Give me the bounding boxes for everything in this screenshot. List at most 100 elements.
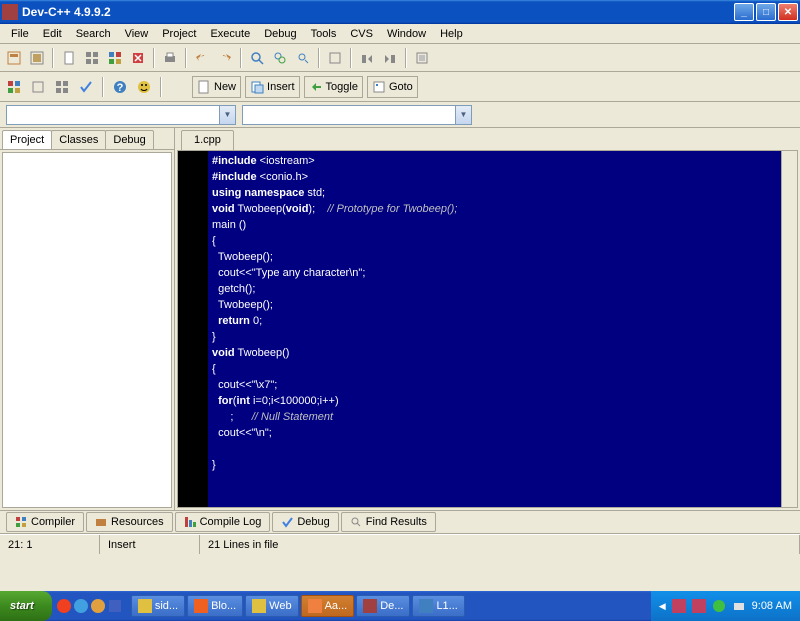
tab-compiler[interactable]: Compiler <box>6 512 84 532</box>
minimize-button[interactable]: _ <box>734 3 754 21</box>
tray-icon[interactable] <box>692 599 706 613</box>
tool-icon[interactable] <box>59 48 79 68</box>
close-button[interactable]: ✕ <box>778 3 798 21</box>
toolbar-secondary: ? New Insert Toggle Goto <box>0 72 800 102</box>
menu-search[interactable]: Search <box>69 26 118 42</box>
tool-icon[interactable] <box>325 48 345 68</box>
file-tab-1cpp[interactable]: 1.cpp <box>181 130 234 150</box>
menu-edit[interactable]: Edit <box>36 26 69 42</box>
menu-execute[interactable]: Execute <box>203 26 257 42</box>
menu-window[interactable]: Window <box>380 26 433 42</box>
code-area: 1.cpp #include <iostream> #include <coni… <box>175 128 800 510</box>
function-combo[interactable]: ▼ <box>242 105 472 125</box>
menu-view[interactable]: View <box>118 26 156 42</box>
about-icon[interactable] <box>134 77 154 97</box>
left-tabs: Project Classes Debug <box>0 128 174 150</box>
tray-chevron-icon[interactable]: ◀ <box>659 601 666 612</box>
tab-label: Resources <box>111 516 164 528</box>
ql-icon[interactable] <box>73 598 89 614</box>
tool-icon[interactable] <box>380 48 400 68</box>
svg-text:?: ? <box>117 82 124 94</box>
maximize-button[interactable]: □ <box>756 3 776 21</box>
editor-gutter <box>178 151 208 507</box>
tab-debug[interactable]: Debug <box>105 130 153 149</box>
bottom-tabs: Compiler Resources Compile Log Debug Fin… <box>0 510 800 534</box>
tab-compile-log[interactable]: Compile Log <box>175 512 271 532</box>
tool-icon[interactable] <box>412 48 432 68</box>
menu-tools[interactable]: Tools <box>304 26 344 42</box>
title-bar: Dev-C++ 4.9.9.2 _ □ ✕ <box>0 0 800 24</box>
tab-debug[interactable]: Debug <box>272 512 338 532</box>
tool-icon[interactable] <box>82 48 102 68</box>
menu-debug[interactable]: Debug <box>257 26 303 42</box>
grid-icon[interactable] <box>52 77 72 97</box>
toggle-button[interactable]: Toggle <box>304 76 363 98</box>
taskbar: start sid... Blo... Web Aa... De... L1..… <box>0 591 800 621</box>
task-button[interactable]: De... <box>356 595 410 617</box>
start-button[interactable]: start <box>0 591 52 621</box>
tab-find-results[interactable]: Find Results <box>341 512 436 532</box>
main-area: Project Classes Debug 1.cpp #include <io… <box>0 128 800 510</box>
find-icon[interactable] <box>247 48 267 68</box>
toggle-label: Toggle <box>326 81 358 93</box>
tab-resources[interactable]: Resources <box>86 512 173 532</box>
class-combo[interactable]: ▼ <box>6 105 236 125</box>
task-button[interactable]: L1... <box>412 595 464 617</box>
chevron-down-icon: ▼ <box>455 106 471 124</box>
status-position: 21: 1 <box>0 535 100 554</box>
tab-label: Find Results <box>366 516 427 528</box>
code-editor[interactable]: #include <iostream> #include <conio.h> u… <box>208 151 781 507</box>
print-icon[interactable] <box>160 48 180 68</box>
project-tree[interactable] <box>2 152 172 508</box>
app-icon <box>2 4 18 20</box>
tray-clock[interactable]: 9:08 AM <box>752 600 792 612</box>
insert-button[interactable]: Insert <box>245 76 300 98</box>
task-button[interactable]: Aa... <box>301 595 355 617</box>
left-panel: Project Classes Debug <box>0 128 175 510</box>
menu-cvs[interactable]: CVS <box>343 26 380 42</box>
tool-icon[interactable] <box>128 48 148 68</box>
editor-wrap: #include <iostream> #include <conio.h> u… <box>177 150 798 508</box>
task-button[interactable]: Web <box>245 595 298 617</box>
redo-icon[interactable] <box>215 48 235 68</box>
chevron-down-icon: ▼ <box>219 106 235 124</box>
tab-project[interactable]: Project <box>2 130 52 149</box>
tool-icon[interactable] <box>357 48 377 68</box>
menu-help[interactable]: Help <box>433 26 470 42</box>
tray-icon[interactable] <box>672 599 686 613</box>
goto-button[interactable]: Goto <box>367 76 418 98</box>
tab-label: Compiler <box>31 516 75 528</box>
task-button[interactable]: sid... <box>131 595 185 617</box>
start-label: start <box>10 600 34 612</box>
ql-icon[interactable] <box>107 598 123 614</box>
check-icon[interactable] <box>76 77 96 97</box>
tray-icon[interactable] <box>732 599 746 613</box>
find-next-icon[interactable] <box>293 48 313 68</box>
tool-icon[interactable] <box>4 48 24 68</box>
window-title: Dev-C++ 4.9.9.2 <box>22 5 734 19</box>
tab-classes[interactable]: Classes <box>51 130 106 149</box>
status-mode: Insert <box>100 535 200 554</box>
tab-label: Debug <box>297 516 329 528</box>
file-tabs: 1.cpp <box>175 128 800 150</box>
ql-icon[interactable] <box>56 598 72 614</box>
new-button[interactable]: New <box>192 76 241 98</box>
tool-icon[interactable] <box>27 48 47 68</box>
tray-icon[interactable] <box>712 599 726 613</box>
menu-bar: File Edit Search View Project Execute De… <box>0 24 800 44</box>
task-button[interactable]: Blo... <box>187 595 243 617</box>
menu-file[interactable]: File <box>4 26 36 42</box>
toolbar-main <box>0 44 800 72</box>
task-buttons: sid... Blo... Web Aa... De... L1... <box>127 594 651 618</box>
undo-icon[interactable] <box>192 48 212 68</box>
ql-icon[interactable] <box>90 598 106 614</box>
replace-icon[interactable] <box>270 48 290 68</box>
goto-label: Goto <box>389 81 413 93</box>
status-bar: 21: 1 Insert 21 Lines in file <box>0 534 800 554</box>
help-icon[interactable]: ? <box>110 77 130 97</box>
vertical-scrollbar[interactable] <box>781 151 797 507</box>
tool-icon[interactable] <box>105 48 125 68</box>
menu-project[interactable]: Project <box>155 26 203 42</box>
tool-icon[interactable] <box>28 77 48 97</box>
grid-icon[interactable] <box>4 77 24 97</box>
